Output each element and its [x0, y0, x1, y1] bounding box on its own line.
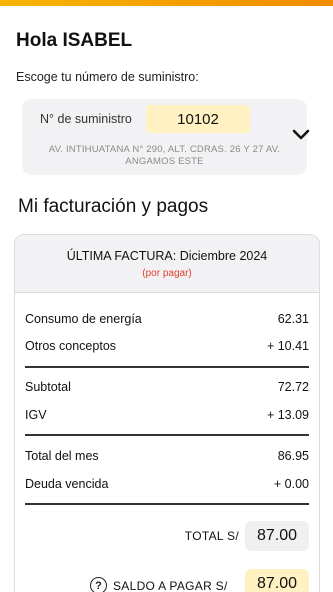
supply-prompt: Escoge tu número de suministro:	[16, 70, 199, 84]
bill-row-other: Otros conceptos + 10.41	[25, 337, 309, 355]
bill-row-energy: Consumo de energía 62.31	[25, 310, 309, 328]
chevron-down-icon[interactable]	[288, 122, 314, 148]
row-value: 72.72	[277, 380, 309, 394]
divider	[25, 366, 309, 368]
bill-row-overdue-debt: Deuda vencida + 0.00	[25, 475, 309, 493]
row-value: 86.95	[277, 449, 309, 463]
help-icon[interactable]: ?	[90, 577, 107, 592]
top-accent-bar	[0, 0, 333, 6]
row-value: 62.31	[277, 312, 309, 326]
total-value: 87.00	[245, 521, 309, 551]
bill-row-month-total: Total del mes 86.95	[25, 447, 309, 465]
bill-header: ÚLTIMA FACTURA: Diciembre 2024 (por paga…	[15, 235, 319, 293]
row-label: IGV	[25, 408, 47, 422]
bill-row-igv: IGV + 13.09	[25, 406, 309, 424]
divider	[25, 503, 309, 505]
bill-row-subtotal: Subtotal 72.72	[25, 378, 309, 396]
bill-title: ÚLTIMA FACTURA: Diciembre 2024	[66, 249, 268, 263]
bill-card: ÚLTIMA FACTURA: Diciembre 2024 (por paga…	[14, 234, 320, 592]
balance-label: SALDO A PAGAR S/	[113, 579, 228, 592]
supply-number: 10102	[146, 105, 250, 133]
row-label: Consumo de energía	[25, 312, 142, 326]
row-label: Subtotal	[25, 380, 71, 394]
row-value: + 10.41	[266, 339, 309, 353]
divider	[25, 434, 309, 436]
row-value: + 13.09	[266, 408, 309, 422]
row-label: Otros conceptos	[25, 339, 117, 353]
supply-label: N° de suministro	[40, 112, 132, 126]
greeting: Hola ISABEL	[16, 30, 133, 51]
row-label: Total del mes	[25, 449, 99, 463]
balance-value: 87.00	[245, 569, 309, 592]
total-label: TOTAL S/	[184, 529, 239, 543]
row-label: Deuda vencida	[25, 477, 109, 491]
row-value: + 0.00	[273, 477, 309, 491]
supply-address: AV. INTIHUATANA N° 290, ALT. CDRAS. 26 Y…	[48, 144, 281, 167]
section-title: Mi facturación y pagos	[18, 196, 209, 217]
bill-status: (por pagar)	[142, 268, 192, 279]
supply-selector[interactable]: N° de suministro 10102 AV. INTIHUATANA N…	[22, 99, 307, 175]
